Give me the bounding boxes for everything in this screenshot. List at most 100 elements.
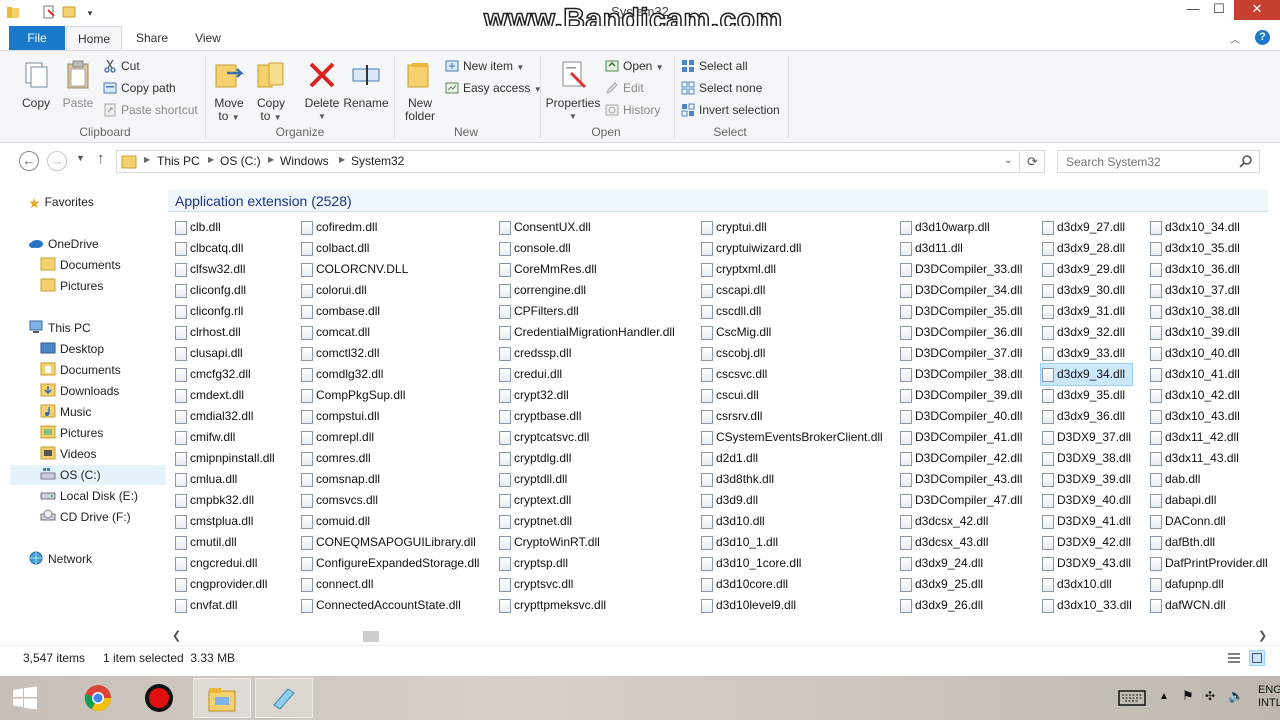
file-item[interactable]: crypttpmeksvc.dll (498, 595, 675, 616)
large-icons-view-icon[interactable] (1249, 650, 1265, 666)
up-button[interactable]: ↑ (97, 150, 105, 167)
file-item[interactable]: clfsw32.dll (174, 259, 275, 280)
file-item[interactable]: d3d10_1.dll (700, 532, 883, 553)
file-item[interactable]: d3dx9_25.dll (899, 574, 1022, 595)
address-bar[interactable]: ▶ This PC ▶ OS (C:) ▶ Windows ▶ System32… (116, 150, 1020, 173)
nav-favorites[interactable]: ★ Favorites (28, 192, 94, 212)
tab-home[interactable]: Home (66, 26, 122, 50)
file-item[interactable]: D3DCompiler_35.dll (899, 301, 1022, 322)
keyboard-icon[interactable] (1118, 690, 1146, 706)
breadcrumb-this-pc[interactable]: This PC (157, 154, 200, 168)
file-item[interactable]: d3d10level9.dll (700, 595, 883, 616)
file-item[interactable]: cryptnet.dll (498, 511, 675, 532)
file-item[interactable]: compstui.dll (300, 406, 479, 427)
file-item[interactable]: d3dx9_24.dll (899, 553, 1022, 574)
file-item[interactable]: D3DCompiler_47.dll (899, 490, 1022, 511)
nav-local-disk-e[interactable]: Local Disk (E:) (40, 486, 138, 506)
file-item[interactable]: d3dx10_35.dll (1149, 238, 1268, 259)
file-item[interactable]: CscMig.dll (700, 322, 883, 343)
file-item[interactable]: cryptdll.dll (498, 469, 675, 490)
file-item[interactable]: dab.dll (1149, 469, 1268, 490)
breadcrumb-system32[interactable]: System32 (351, 154, 404, 168)
network-tray-icon[interactable]: ✣ (1205, 689, 1215, 703)
file-item[interactable]: clbcatq.dll (174, 238, 275, 259)
help-icon[interactable]: ? (1255, 30, 1270, 45)
file-item[interactable]: d3dx10_42.dll (1149, 385, 1268, 406)
file-item[interactable]: CSystemEventsBrokerClient.dll (700, 427, 883, 448)
file-item[interactable]: CryptoWinRT.dll (498, 532, 675, 553)
scroll-right-icon[interactable]: ❯ (1258, 629, 1267, 642)
copy-to-button[interactable]: Copy to ▼ (253, 59, 289, 124)
file-item[interactable]: d3dx11_42.dll (1149, 427, 1268, 448)
file-item[interactable]: d3d10core.dll (700, 574, 883, 595)
file-item[interactable]: D3DCompiler_42.dll (899, 448, 1022, 469)
file-item[interactable]: cngprovider.dll (174, 574, 275, 595)
tab-share[interactable]: Share (124, 26, 180, 50)
file-item[interactable]: cnvfat.dll (174, 595, 275, 616)
file-item[interactable]: cscobj.dll (700, 343, 883, 364)
file-item[interactable]: ConnectedAccountState.dll (300, 595, 479, 616)
nav-desktop[interactable]: Desktop (40, 339, 104, 359)
file-item[interactable]: D3DX9_43.dll (1041, 553, 1132, 574)
file-item[interactable]: credssp.dll (498, 343, 675, 364)
file-item[interactable]: cmipnpinstall.dll (174, 448, 275, 469)
nav-os-c[interactable]: OS (C:) (10, 465, 166, 485)
file-item[interactable]: d3dx9_33.dll (1041, 343, 1132, 364)
file-item[interactable]: d3dx10_36.dll (1149, 259, 1268, 280)
file-item[interactable]: COLORCNV.DLL (300, 259, 479, 280)
copy-path-button[interactable]: Copy path (103, 79, 176, 97)
file-item[interactable]: d3dx10_34.dll (1149, 217, 1268, 238)
file-item[interactable]: comdlg32.dll (300, 364, 479, 385)
file-item[interactable]: d3d10_1core.dll (700, 553, 883, 574)
taskbar-app[interactable] (255, 678, 313, 718)
file-item[interactable]: CredentialMigrationHandler.dll (498, 322, 675, 343)
edit-button[interactable]: Edit (605, 79, 644, 97)
file-item[interactable]: D3DCompiler_43.dll (899, 469, 1022, 490)
file-item[interactable]: dafWCN.dll (1149, 595, 1268, 616)
file-item[interactable]: d3dx10_33.dll (1041, 595, 1132, 616)
select-none-button[interactable]: Select none (681, 79, 762, 97)
file-item[interactable]: d3dx10_37.dll (1149, 280, 1268, 301)
history-button[interactable]: History (605, 101, 660, 119)
invert-selection-button[interactable]: Invert selection (681, 101, 780, 119)
file-item[interactable]: dafupnp.dll (1149, 574, 1268, 595)
volume-icon[interactable]: 🔈 (1228, 688, 1244, 704)
rename-button[interactable]: Rename (343, 59, 389, 110)
file-item[interactable]: cmutil.dll (174, 532, 275, 553)
file-item[interactable]: cscdll.dll (700, 301, 883, 322)
file-item[interactable]: cryptui.dll (700, 217, 883, 238)
file-item[interactable]: d3dx10_39.dll (1149, 322, 1268, 343)
file-item[interactable]: comsnap.dll (300, 469, 479, 490)
file-item[interactable]: D3DX9_39.dll (1041, 469, 1132, 490)
file-item[interactable]: d3dx9_26.dll (899, 595, 1022, 616)
nav-videos[interactable]: Videos (40, 444, 96, 464)
minimize-button[interactable]: — (1180, 0, 1206, 18)
file-item[interactable]: d2d1.dll (700, 448, 883, 469)
file-item[interactable]: D3DCompiler_40.dll (899, 406, 1022, 427)
file-item[interactable]: cscui.dll (700, 385, 883, 406)
file-item[interactable]: comrepl.dll (300, 427, 479, 448)
cut-button[interactable]: Cut (103, 57, 140, 75)
forward-button[interactable]: → (47, 151, 67, 171)
search-icon[interactable] (1239, 154, 1253, 168)
file-item[interactable]: clusapi.dll (174, 343, 275, 364)
file-item[interactable]: d3dx9_29.dll (1041, 259, 1132, 280)
file-item[interactable]: d3dx11_43.dll (1149, 448, 1268, 469)
file-item[interactable]: cryptdlg.dll (498, 448, 675, 469)
file-item[interactable]: cmpbk32.dll (174, 490, 275, 511)
move-to-button[interactable]: Move to ▼ (211, 59, 247, 124)
file-item[interactable]: cryptuiwizard.dll (700, 238, 883, 259)
file-item[interactable]: d3d8thk.dll (700, 469, 883, 490)
file-item[interactable]: comuid.dll (300, 511, 479, 532)
copy-button[interactable]: Copy (16, 59, 56, 110)
file-item[interactable]: cmstplua.dll (174, 511, 275, 532)
file-item[interactable]: cryptcatsvc.dll (498, 427, 675, 448)
file-item[interactable]: csrsrv.dll (700, 406, 883, 427)
file-item[interactable]: d3d10warp.dll (899, 217, 1022, 238)
file-item[interactable]: cryptbase.dll (498, 406, 675, 427)
file-item[interactable]: D3DCompiler_33.dll (899, 259, 1022, 280)
file-item[interactable]: clb.dll (174, 217, 275, 238)
details-view-icon[interactable] (1227, 651, 1241, 665)
file-item[interactable]: D3DCompiler_34.dll (899, 280, 1022, 301)
open-button[interactable]: Open ▼ (605, 57, 664, 75)
